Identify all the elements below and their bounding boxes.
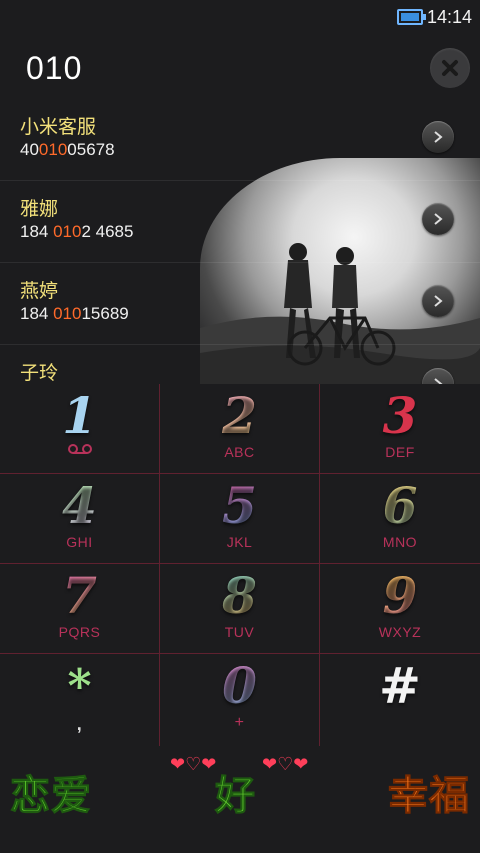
contact-number: 4001005678 [20,140,115,159]
status-time: 14:14 [426,6,472,27]
contact-row[interactable]: 雅娜 184 0102 4685 [0,180,480,263]
contact-row[interactable]: 小米客服 4001005678 [0,98,480,181]
dialed-number: 010 [26,50,83,86]
key-0[interactable]: 0 + [160,654,320,746]
contact-row[interactable]: 燕婷 184 01015689 [0,262,480,345]
key-digit: 4 [62,476,97,535]
chevron-right-icon [434,213,443,225]
chevron-right-icon [434,131,443,143]
key-letters: ABC [224,444,255,460]
contact-detail-button[interactable] [422,285,454,317]
key-7[interactable]: 7 PQRS [0,564,160,654]
dial-display: 010 [0,40,480,98]
search-results: 小米客服 4001005678 雅娜 184 0102 4685 燕婷 184 … [0,98,480,384]
key-digit: 6 [382,476,418,535]
chevron-right-icon [434,295,443,307]
key-letters: WXYZ [378,624,422,640]
contact-detail-button[interactable] [422,203,454,235]
key-5[interactable]: 5 JKL [160,474,320,564]
key-digit: 5 [222,476,257,535]
status-bar: 14:14 [0,0,480,34]
key-digit: 9 [382,566,418,625]
battery-icon [396,9,426,25]
key-letters: GHI [66,534,93,550]
bottom-action-bar: 恋爱 ❤♡❤ 好 ❤♡❤ 幸福 [0,746,480,853]
contact-detail-button[interactable] [422,121,454,153]
key-digit: 7 [62,566,97,625]
key-digit: 0 [222,656,257,715]
contact-number: 184 0102 4685 [20,222,134,241]
dial-keypad: 1 2 ABC 3 DEF 4 GHI 5 JKL 6 MNO 7 PQRS 8… [0,384,480,746]
key-letters: PQRS [58,624,101,640]
key-digit: 2 [222,386,257,445]
key-star[interactable]: * , [0,654,160,746]
dial-call-button[interactable]: 好 [215,766,256,826]
chevron-right-icon [434,378,443,384]
key-1[interactable]: 1 [0,384,160,474]
key-3[interactable]: 3 DEF [320,384,480,474]
hearts-icon: ❤♡❤ [170,754,217,774]
key-2[interactable]: 2 ABC [160,384,320,474]
key-hash[interactable]: # [320,654,480,746]
key-letters: JKL [226,534,253,550]
key-8[interactable]: 8 TUV [160,564,320,654]
close-icon [442,60,458,76]
key-digit: 1 [62,386,97,445]
right-action-button[interactable]: 幸福 [388,766,470,826]
key-9[interactable]: 9 WXYZ [320,564,480,654]
contact-name: 燕婷 [20,281,59,302]
key-6[interactable]: 6 MNO [320,474,480,564]
key-digit: 8 [222,566,257,625]
voicemail-icon [67,444,92,454]
key-letters: TUV [224,624,255,640]
clear-button[interactable] [430,48,470,88]
contact-detail-button[interactable] [422,368,454,384]
contact-name: 雅娜 [20,199,59,220]
key-digit: 3 [382,386,418,445]
key-letters: + [234,714,245,731]
hearts-icon: ❤♡❤ [262,754,309,774]
left-action-button[interactable]: 恋爱 [10,766,92,826]
contact-row[interactable]: 子玲 [0,344,480,384]
key-digit: # [379,656,421,715]
contact-name: 子玲 [20,363,59,384]
key-digit: * [67,659,92,713]
key-letters: MNO [382,534,418,550]
key-letters: DEF [385,444,415,460]
contact-name: 小米客服 [20,117,97,138]
key-4[interactable]: 4 GHI [0,474,160,564]
key-letters: , [76,714,83,734]
contact-number: 184 01015689 [20,304,129,323]
